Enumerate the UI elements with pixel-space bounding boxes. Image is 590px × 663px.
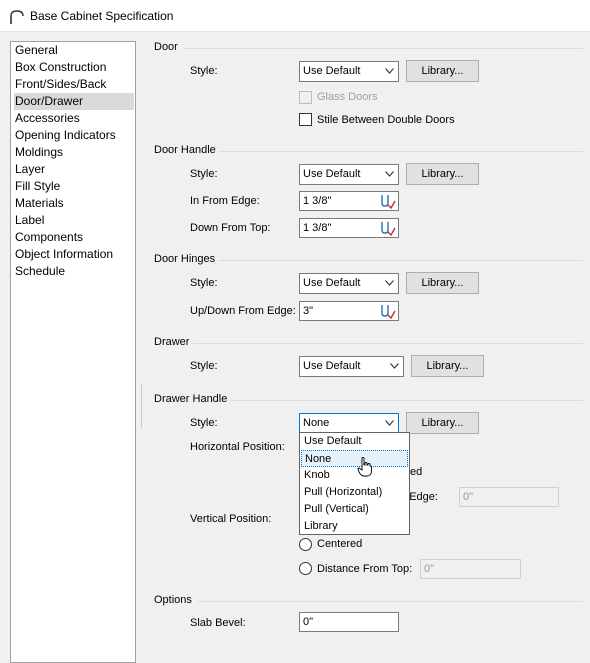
title-bar: Base Cabinet Specification — [0, 0, 590, 32]
stile-checkbox[interactable] — [299, 113, 312, 126]
updown-from-edge-value: 3" — [303, 305, 314, 317]
door-handle-style-label: Style: — [190, 168, 218, 180]
sidebar-item-materials[interactable]: Materials — [14, 195, 134, 212]
down-from-top-value: 1 3/8" — [303, 222, 332, 234]
dropdown-option-library[interactable]: Library — [301, 518, 408, 535]
door-hinges-section-title: Door Hinges — [154, 253, 216, 265]
from-edge-field[interactable]: 0" — [459, 487, 559, 507]
in-from-edge-label: In From Edge: — [190, 195, 260, 207]
drawer-handle-section-title: Drawer Handle — [154, 393, 228, 405]
door-style-label: Style: — [190, 65, 218, 77]
door-handle-style-value: Use Default — [303, 168, 361, 180]
sidebar-item-label[interactable]: Label — [14, 212, 134, 229]
section-divider — [218, 260, 583, 261]
category-list[interactable]: General Box Construction Front/Sides/Bac… — [10, 41, 136, 663]
dimension-calculator-icon[interactable] — [378, 303, 396, 319]
door-section-title: Door — [154, 41, 178, 53]
sidebar-item-door-drawer[interactable]: Door/Drawer — [14, 93, 134, 110]
in-from-edge-value: 1 3/8" — [303, 195, 332, 207]
dimension-calculator-icon[interactable] — [378, 220, 396, 236]
door-hinges-style-select[interactable]: Use Default — [299, 273, 399, 294]
down-from-top-field[interactable]: 1 3/8" — [299, 218, 399, 238]
dropdown-option-pull-vertical[interactable]: Pull (Vertical) — [301, 501, 408, 518]
chevron-down-icon — [385, 280, 394, 286]
door-style-value: Use Default — [303, 65, 361, 77]
vertical-centered-radio[interactable] — [299, 538, 312, 551]
distance-from-top-field[interactable]: 0" — [420, 559, 521, 579]
section-divider — [218, 151, 583, 152]
horizontal-position-label: Horizontal Position: — [190, 441, 285, 453]
drawer-handle-style-dropdown[interactable]: Use Default None Knob Pull (Horizontal) … — [299, 432, 410, 535]
sidebar-item-moldings[interactable]: Moldings — [14, 144, 134, 161]
section-divider — [193, 343, 583, 344]
glass-doors-checkbox[interactable] — [299, 91, 312, 104]
options-section-title: Options — [154, 594, 192, 606]
vertical-centered-label: Centered — [317, 538, 363, 550]
distance-from-top-label: Distance From Top: — [317, 563, 413, 575]
distance-from-top-radio[interactable] — [299, 562, 312, 575]
dropdown-option-none[interactable]: None — [301, 450, 408, 467]
section-divider — [183, 48, 583, 49]
door-handle-section-title: Door Handle — [154, 144, 216, 156]
door-style-select[interactable]: Use Default — [299, 61, 399, 82]
dropdown-option-use-default[interactable]: Use Default — [301, 433, 408, 450]
chevron-down-icon — [385, 68, 394, 74]
sidebar-item-schedule[interactable]: Schedule — [14, 263, 134, 280]
dropdown-option-knob[interactable]: Knob — [301, 467, 408, 484]
slab-bevel-field[interactable]: 0" — [299, 612, 399, 632]
door-handle-library-button[interactable]: Library... — [406, 163, 479, 185]
sidebar-item-accessories[interactable]: Accessories — [14, 110, 134, 127]
door-library-button[interactable]: Library... — [406, 60, 479, 82]
drawer-style-value: Use Default — [303, 360, 361, 372]
door-hinges-library-button[interactable]: Library... — [406, 272, 479, 294]
sidebar-item-layer[interactable]: Layer — [14, 161, 134, 178]
door-handle-style-select[interactable]: Use Default — [299, 164, 399, 185]
drawer-style-label: Style: — [190, 360, 218, 372]
sidebar-item-opening-indicators[interactable]: Opening Indicators — [14, 127, 134, 144]
drawer-library-button[interactable]: Library... — [411, 355, 484, 377]
door-hinges-style-label: Style: — [190, 277, 218, 289]
slab-bevel-label: Slab Bevel: — [190, 617, 246, 629]
drawer-handle-style-value: None — [303, 417, 330, 429]
chevron-down-icon — [385, 420, 394, 426]
sidebar-item-components[interactable]: Components — [14, 229, 134, 246]
chevron-down-icon — [390, 363, 399, 369]
chevron-down-icon — [385, 171, 394, 177]
window-title: Base Cabinet Specification — [30, 9, 174, 23]
dropdown-option-pull-horizontal[interactable]: Pull (Horizontal) — [301, 484, 408, 501]
distance-from-top-value: 0" — [424, 563, 435, 575]
section-divider — [230, 400, 583, 401]
horizontal-centered-label: ed — [410, 466, 423, 478]
sidebar-item-fill-style[interactable]: Fill Style — [14, 178, 134, 195]
dimension-calculator-icon[interactable] — [378, 193, 396, 209]
drawer-section-title: Drawer — [154, 336, 190, 348]
splitter-handle[interactable] — [141, 384, 143, 428]
glass-doors-label: Glass Doors — [317, 91, 378, 103]
from-edge-value: 0" — [463, 491, 474, 503]
vertical-position-label: Vertical Position: — [190, 513, 272, 525]
door-hinges-style-value: Use Default — [303, 277, 361, 289]
down-from-top-label: Down From Top: — [190, 222, 271, 234]
sidebar-item-front-sides-back[interactable]: Front/Sides/Back — [14, 76, 134, 93]
drawer-handle-style-select[interactable]: None — [299, 413, 399, 434]
drawer-handle-style-label: Style: — [190, 417, 218, 429]
slab-bevel-value: 0" — [303, 616, 314, 628]
section-divider — [198, 601, 583, 602]
stile-label: Stile Between Double Doors — [317, 114, 455, 126]
hand-cursor-icon — [357, 457, 372, 477]
drawer-handle-library-button[interactable]: Library... — [406, 412, 479, 434]
drawer-style-select[interactable]: Use Default — [299, 356, 404, 377]
updown-from-edge-label: Up/Down From Edge: — [190, 305, 296, 317]
in-from-edge-field[interactable]: 1 3/8" — [299, 191, 399, 211]
sidebar-item-general[interactable]: General — [14, 42, 134, 59]
sidebar-item-box-construction[interactable]: Box Construction — [14, 59, 134, 76]
cabinet-app-icon — [10, 10, 24, 24]
sidebar-item-object-information[interactable]: Object Information — [14, 246, 134, 263]
updown-from-edge-field[interactable]: 3" — [299, 301, 399, 321]
